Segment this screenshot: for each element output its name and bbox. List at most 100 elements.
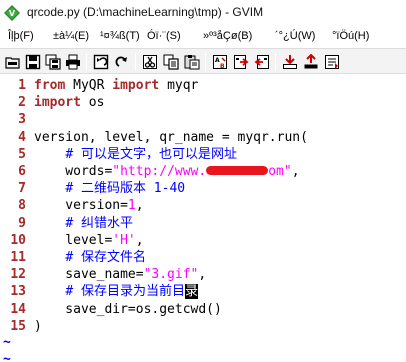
code-line[interactable]: 11 # 保存文件名 xyxy=(0,249,146,266)
menu-edit[interactable]: ±à¼­(E) xyxy=(53,30,89,42)
line-number: 11 xyxy=(10,250,26,265)
toolbar-separator xyxy=(86,53,87,71)
keyword-token: import xyxy=(34,95,81,111)
literal-token: "3.gif" xyxy=(143,267,199,283)
code-text: # 纠错水平 xyxy=(34,215,133,232)
code-token: MyQR xyxy=(65,78,113,93)
find-replace-icon[interactable]: AB xyxy=(210,52,230,72)
paste-icon[interactable] xyxy=(182,52,202,72)
code-text: # 保存文件名 xyxy=(34,249,146,266)
code-line[interactable]: 15) xyxy=(0,318,42,335)
gvim-icon: V xyxy=(4,5,20,21)
menu-tools[interactable]: ¹¤¾ß(T) xyxy=(100,30,140,42)
code-text: version=1, xyxy=(34,197,143,214)
toolbar-separator xyxy=(205,53,206,71)
run-script-icon[interactable] xyxy=(322,52,342,72)
code-text: # 保存目录为当前目录 xyxy=(34,283,198,300)
editor-area[interactable]: 1 from MyQR import myqr 2 import os 3 4 versio… xyxy=(0,75,406,362)
menu-syntax[interactable]: Óï·¨(S) xyxy=(147,30,181,42)
toolbar-separator xyxy=(275,53,276,71)
code-line[interactable]: 10 level='H', xyxy=(0,232,144,249)
code-text: version, level, qr_name = myqr.run( xyxy=(34,129,308,146)
literal-token: 1 xyxy=(127,198,136,214)
code-text: # 可以是文字，也可以是网址 xyxy=(34,146,237,163)
code-line[interactable]: 1 from MyQR import myqr xyxy=(0,77,198,94)
code-text: from MyQR import myqr xyxy=(34,77,198,94)
code-token: version= xyxy=(34,198,128,214)
code-token: ) xyxy=(34,318,42,334)
find-prev-icon[interactable] xyxy=(252,52,272,72)
code-line[interactable]: 2 import os xyxy=(0,94,104,111)
code-line[interactable]: 9 # 纠错水平 xyxy=(0,215,133,232)
title-bar: V qrcode.py (D:\machineLearning\tmp) - G… xyxy=(0,0,406,27)
line-number: 1 xyxy=(18,78,26,93)
cut-icon[interactable] xyxy=(140,52,160,72)
code-line[interactable]: 12 save_name="3.gif", xyxy=(0,266,206,283)
code-line[interactable]: 3 xyxy=(0,111,34,128)
line-number: 4 xyxy=(18,129,26,145)
comment-token: # 保存目录为当前目 xyxy=(65,284,185,300)
code-text: ) xyxy=(34,318,42,335)
menu-window[interactable]: ´°¿Ú(W) xyxy=(275,30,315,42)
line-number: 6 xyxy=(18,164,26,179)
code-text: save_dir=os.getcwd() xyxy=(34,301,222,318)
code-line[interactable]: 8 version=1, xyxy=(0,197,143,214)
print-icon[interactable] xyxy=(63,52,83,72)
code-line[interactable]: 13 # 保存目录为当前目录 xyxy=(0,283,198,300)
comment-token: # 纠错水平 xyxy=(65,215,133,231)
find-next-icon[interactable] xyxy=(231,52,251,72)
literal-token: "http://www. xyxy=(112,164,207,179)
code-token: version, level, qr_name = myqr.run( xyxy=(34,129,308,145)
keyword-token: from xyxy=(34,78,66,93)
code-token: , xyxy=(291,164,300,179)
comment-token: # 可以是文字，也可以是网址 xyxy=(65,146,237,162)
open-folder-icon[interactable] xyxy=(3,52,23,72)
toolbar-separator xyxy=(135,53,136,71)
line-number: 15 xyxy=(10,318,26,334)
copy-icon[interactable] xyxy=(161,52,181,72)
code-text: # 二维码版本 1-40 xyxy=(34,180,185,197)
code-line[interactable]: 6 words="http://www. om", xyxy=(0,163,300,180)
undo-icon[interactable] xyxy=(91,52,111,72)
redo-icon[interactable] xyxy=(112,52,132,72)
line-number: 7 xyxy=(18,181,26,197)
empty-line-marker: ~ xyxy=(3,335,11,350)
menu-help[interactable]: °ïÖú(H) xyxy=(332,30,369,42)
empty-line-marker: ~ xyxy=(3,352,11,362)
line-number: 5 xyxy=(18,146,26,162)
code-line[interactable]: 14 save_dir=os.getcwd() xyxy=(0,301,222,318)
code-line[interactable]: 5 # 可以是文字，也可以是网址 xyxy=(0,146,237,163)
line-number: 12 xyxy=(10,267,26,283)
line-number: 9 xyxy=(18,215,26,231)
line-number: 2 xyxy=(18,95,26,111)
code-text: level='H', xyxy=(34,232,144,249)
code-token: , xyxy=(198,267,207,283)
toolbar: AB xyxy=(0,48,406,74)
line-number: 3 xyxy=(18,112,26,128)
comment-token: # 保存文件名 xyxy=(65,250,146,265)
redaction-mark xyxy=(206,166,269,175)
load-session-icon[interactable] xyxy=(280,52,300,72)
keyword-token: import xyxy=(112,78,160,93)
code-token: , xyxy=(135,232,144,248)
save-all-icon[interactable] xyxy=(43,52,63,72)
code-line[interactable]: 7 # 二维码版本 1-40 xyxy=(0,180,185,197)
text-cursor: 录 xyxy=(184,284,198,300)
line-number: 14 xyxy=(10,301,26,317)
menu-file[interactable]: Îļþ(F) xyxy=(8,30,34,42)
code-token: save_name= xyxy=(34,267,144,283)
save-session-icon[interactable] xyxy=(301,52,321,72)
code-token: save_dir=os.getcwd() xyxy=(34,301,222,317)
comment-token: # 二维码版本 1-40 xyxy=(65,181,186,197)
code-line[interactable]: 4 version, level, qr_name = myqr.run( xyxy=(0,129,308,146)
menu-bar: Îļþ(F) ±à¼­(E) ¹¤¾ß(T) Óï·¨(S) »º³åÇø(B)… xyxy=(0,27,406,47)
menu-buffers[interactable]: »º³åÇø(B) xyxy=(203,30,252,42)
save-icon[interactable] xyxy=(23,52,43,72)
line-number: 8 xyxy=(18,198,26,214)
code-token: myqr xyxy=(159,78,199,93)
literal-token: om" xyxy=(268,164,292,179)
